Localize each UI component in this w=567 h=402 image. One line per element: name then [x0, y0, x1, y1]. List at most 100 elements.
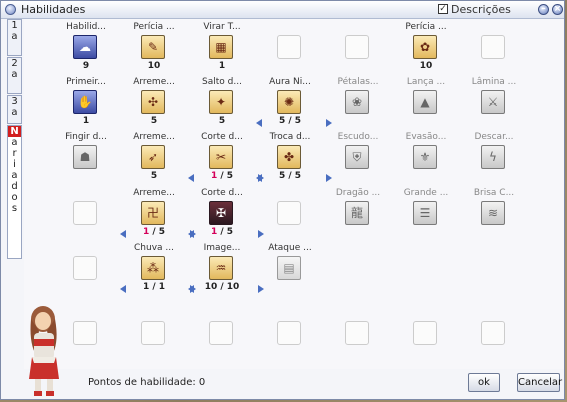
rain-icon[interactable]: ⁂ [141, 256, 165, 280]
dagger-icon[interactable]: ➶ [141, 145, 165, 169]
skill-name: Perícia ... [133, 22, 175, 32]
skill-cell[interactable]: Arreme... ✣ 5 [126, 68, 182, 128]
skill-cell[interactable]: Brisa C... ≋ [466, 179, 522, 239]
skill-cell[interactable]: Pétalas... ❀ [330, 68, 386, 128]
icon-glyph: ✣ [147, 95, 159, 109]
tab-letter: i [13, 159, 16, 170]
tab-1[interactable]: 1a [7, 19, 22, 56]
skill-level-max: 10 [226, 282, 240, 292]
level-down-arrow-icon[interactable] [188, 285, 194, 293]
cloud-icon[interactable]: ☁ [73, 35, 97, 59]
blade-icon[interactable]: ⚔ [481, 90, 505, 114]
skill-name: Arreme... [133, 188, 175, 198]
icon-glyph: ➶ [147, 150, 159, 164]
icon-glyph: ⛨ [352, 150, 362, 164]
empty-slot-icon [277, 321, 301, 345]
skill-cell[interactable]: Escudo... ⛨ [330, 123, 386, 183]
skill-cell[interactable]: Arreme... 卍 1 / 5 [120, 179, 196, 239]
empty-skill-slot [58, 179, 114, 239]
breeze-icon[interactable]: ≋ [481, 201, 505, 225]
quill-icon[interactable]: ✎ [141, 35, 165, 59]
empty-skill-slot [398, 299, 454, 359]
tab-letter: a [11, 69, 18, 80]
level-down-arrow-icon[interactable] [120, 285, 126, 293]
skill-cell[interactable]: Troca d... ✤ 5 / 5 [256, 123, 332, 183]
empty-slot-icon [209, 321, 233, 345]
empty-slot-icon [345, 321, 369, 345]
lying-figure-icon[interactable]: ☗ [73, 145, 97, 169]
icon-glyph: 卍 [146, 206, 159, 220]
skill-cell[interactable]: Habilid... ☁ 9 [58, 13, 114, 73]
skill-cell[interactable]: Perícia ... ✎ 10 [126, 13, 182, 73]
tab-2[interactable]: 2a [7, 57, 22, 94]
level-separator: / [217, 282, 227, 292]
close-icon[interactable]: × [552, 4, 563, 15]
skill-cell[interactable]: Chuva ... ⁂ 1 / 1 [120, 234, 196, 294]
jump-icon[interactable]: ✦ [209, 90, 233, 114]
skill-cell[interactable]: Lança ... ▲ [398, 68, 454, 128]
skill-name: Arreme... [133, 132, 175, 142]
lightning-icon[interactable]: ϟ [481, 145, 505, 169]
sparkle-icon[interactable]: ✺ [277, 90, 301, 114]
skill-name: Lâmina ... [471, 77, 517, 87]
dark-slash-icon[interactable]: ✠ [209, 201, 233, 225]
skill-name: Troca d... [269, 132, 311, 142]
skill-cell[interactable]: Corte d... ✂ 1 / 5 [188, 123, 264, 183]
minimize-icon[interactable]: – [538, 4, 549, 15]
tab-letter: s [11, 203, 18, 214]
skill-cell[interactable]: Image... ♒ 10 / 10 [188, 234, 264, 294]
shuriken-icon[interactable]: 卍 [141, 201, 165, 225]
spear-icon[interactable]: ▲ [413, 90, 437, 114]
grid-icon[interactable]: ▦ [209, 35, 233, 59]
hand-icon[interactable]: ✋ [73, 90, 97, 114]
tab-letter: 1 [11, 20, 18, 31]
tab-letter: a [11, 137, 18, 148]
shield-icon[interactable]: ⛨ [345, 145, 369, 169]
skill-cell[interactable]: Primeir... ✋ 1 [58, 68, 114, 128]
empty-skill-slot [262, 13, 318, 73]
empty-slot-icon [277, 201, 301, 225]
slash-icon[interactable]: ✂ [209, 145, 233, 169]
book-icon[interactable]: ☰ [413, 201, 437, 225]
skill-cell[interactable]: Descar... ϟ [466, 123, 522, 183]
skill-cell[interactable]: Virar T... ▦ 1 [194, 13, 250, 73]
tab-letter: a [11, 31, 18, 42]
image-icon[interactable]: ♒ [209, 256, 233, 280]
skill-cell[interactable]: Arreme... ➶ 5 [126, 123, 182, 183]
skill-name: Descar... [474, 132, 514, 142]
skill-cell[interactable]: Dragão ... 龍 [330, 179, 386, 239]
skill-cell[interactable]: Evasão... ⚜ [398, 123, 454, 183]
skill-cell[interactable]: Lâmina ... ⚔ [466, 68, 522, 128]
evasion-icon[interactable]: ⚜ [413, 145, 437, 169]
attack-icon[interactable]: ▤ [277, 256, 301, 280]
tab-letter: o [11, 192, 18, 203]
skill-cell[interactable]: Perícia ... ✿ 10 [398, 13, 454, 73]
icon-glyph: ✋ [77, 95, 93, 109]
petals-icon[interactable]: ❀ [345, 90, 369, 114]
skill-cell[interactable]: Ataque ... ▤ [262, 234, 318, 294]
skill-level: 1 / 1 [126, 282, 182, 292]
ok-button[interactable]: ok [468, 373, 500, 392]
swap-icon[interactable]: ✤ [277, 145, 301, 169]
skill-cell[interactable]: Salto d... ✦ 5 [194, 68, 250, 128]
skill-cell[interactable]: Fingir d... ☗ [58, 123, 114, 183]
icon-glyph: ♒ [215, 261, 227, 275]
skill-name: Corte d... [201, 132, 243, 142]
icon-glyph: ▤ [283, 261, 295, 275]
skill-name: Salto d... [202, 77, 242, 87]
empty-skill-slot [466, 13, 522, 73]
cancel-button[interactable]: Cancelar [517, 373, 562, 392]
skill-cell[interactable]: Corte d... ✠ 1 / 5 [188, 179, 264, 239]
tab-4[interactable]: Nariados [7, 125, 22, 259]
dragon-icon[interactable]: 龍 [345, 201, 369, 225]
empty-slot-icon [481, 321, 505, 345]
flower-icon[interactable]: ✿ [413, 35, 437, 59]
empty-skill-slot [58, 299, 114, 359]
tab-3[interactable]: 3a [7, 95, 22, 124]
icon-glyph: ✤ [283, 150, 295, 164]
skill-cell[interactable]: Grande ... ☰ [398, 179, 454, 239]
pinwheel-icon[interactable]: ✣ [141, 90, 165, 114]
icon-glyph: ≋ [487, 206, 499, 220]
skill-cell[interactable]: Aura Ni... ✺ 5 / 5 [256, 68, 332, 128]
skill-name: Dragão ... [335, 188, 381, 198]
